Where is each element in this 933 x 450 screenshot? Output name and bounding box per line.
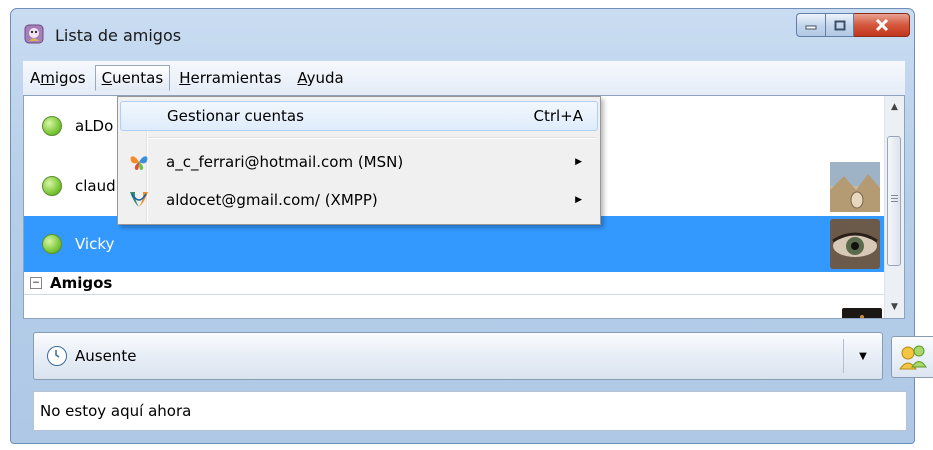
chevron-down-icon[interactable]: ▼ <box>844 333 882 379</box>
menu-ayuda[interactable]: Ayuda <box>290 65 350 91</box>
cuentas-dropdown-menu: Gestionar cuentas Ctrl+A a_c_ferrari@hot… <box>117 96 601 225</box>
contact-name: aLDo <box>75 117 114 135</box>
maximize-icon <box>834 20 845 30</box>
grip-line <box>891 198 898 199</box>
scrollbar-thumb[interactable] <box>887 136 901 266</box>
menu-ayuda-label-post: yuda <box>306 69 344 87</box>
menu-separator <box>148 137 596 139</box>
menu-item-shortcut: Ctrl+A <box>533 107 583 125</box>
scroll-up-arrow-icon[interactable]: ▲ <box>885 98 904 116</box>
status-message-field[interactable]: No estoy aquí ahora <box>33 391 907 431</box>
contact-avatar <box>830 162 880 212</box>
collapse-icon[interactable]: − <box>30 277 42 289</box>
menu-item-label: a_c_ferrari@hotmail.com (MSN) <box>166 153 404 171</box>
menu-item-gestionar-cuentas[interactable]: Gestionar cuentas Ctrl+A <box>120 101 598 131</box>
contact-avatar-partial <box>842 308 882 318</box>
xmpp-icon <box>130 192 148 207</box>
menu-item-label: Gestionar cuentas <box>167 107 304 125</box>
submenu-arrow-icon: ▶ <box>575 195 582 205</box>
away-clock-icon <box>47 346 67 366</box>
menu-herramientas-mnemonic: H <box>179 69 191 87</box>
buddy-list-window: Lista de amigos Amigos Cuentas Herramien… <box>10 8 933 444</box>
window-controls <box>796 13 910 37</box>
available-status-icon <box>42 176 62 196</box>
grip-line <box>891 201 898 202</box>
menu-herramientas-label-post: erramientas <box>190 69 282 87</box>
buddies-icon <box>899 345 927 370</box>
title-bar[interactable]: Lista de amigos <box>11 9 914 53</box>
status-label: Ausente <box>75 347 137 365</box>
menu-cuentas-label-post: uentas <box>112 69 164 87</box>
menu-amigos-label-post: igos <box>54 69 86 87</box>
submenu-arrow-icon: ▶ <box>575 157 582 167</box>
close-icon <box>875 19 888 31</box>
menu-item-account-xmpp[interactable]: aldocet@gmail.com/ (XMPP) ▶ <box>120 185 598 215</box>
minimize-button[interactable] <box>796 13 826 37</box>
status-selector[interactable]: Ausente ▼ <box>33 332 883 380</box>
menu-ayuda-mnemonic: A <box>297 69 307 87</box>
menu-amigos-mnemonic: m <box>40 69 55 87</box>
menu-bar: Amigos Cuentas Herramientas Ayuda <box>23 61 905 95</box>
menu-item-label: aldocet@gmail.com/ (XMPP) <box>166 191 378 209</box>
status-message-text: No estoy aquí ahora <box>40 402 192 420</box>
pidgin-icon <box>24 24 44 44</box>
menu-cuentas[interactable]: Cuentas <box>94 65 171 91</box>
menu-amigos[interactable]: Amigos <box>23 65 93 91</box>
contact-name: Vicky <box>75 235 115 253</box>
close-button[interactable] <box>854 13 910 37</box>
menu-item-account-msn[interactable]: a_c_ferrari@hotmail.com (MSN) ▶ <box>120 147 598 177</box>
msn-butterfly-icon <box>130 156 148 170</box>
minimize-icon <box>805 25 817 30</box>
scroll-down-arrow-icon[interactable]: ▼ <box>885 298 904 316</box>
group-name: Amigos <box>50 274 113 292</box>
menu-amigos-label-pre: A <box>30 69 41 87</box>
contact-avatar <box>830 219 880 269</box>
available-status-icon <box>42 234 62 254</box>
maximize-button[interactable] <box>826 13 854 37</box>
add-buddy-button[interactable] <box>891 336 933 378</box>
window-title: Lista de amigos <box>55 26 182 45</box>
menu-herramientas[interactable]: Herramientas <box>172 65 288 91</box>
vertical-scrollbar[interactable]: ▲ ▼ <box>884 96 904 318</box>
group-header-amigos[interactable]: − Amigos <box>24 272 886 295</box>
grip-line <box>891 195 898 196</box>
available-status-icon <box>42 116 62 136</box>
menu-cuentas-mnemonic: C <box>101 69 113 87</box>
